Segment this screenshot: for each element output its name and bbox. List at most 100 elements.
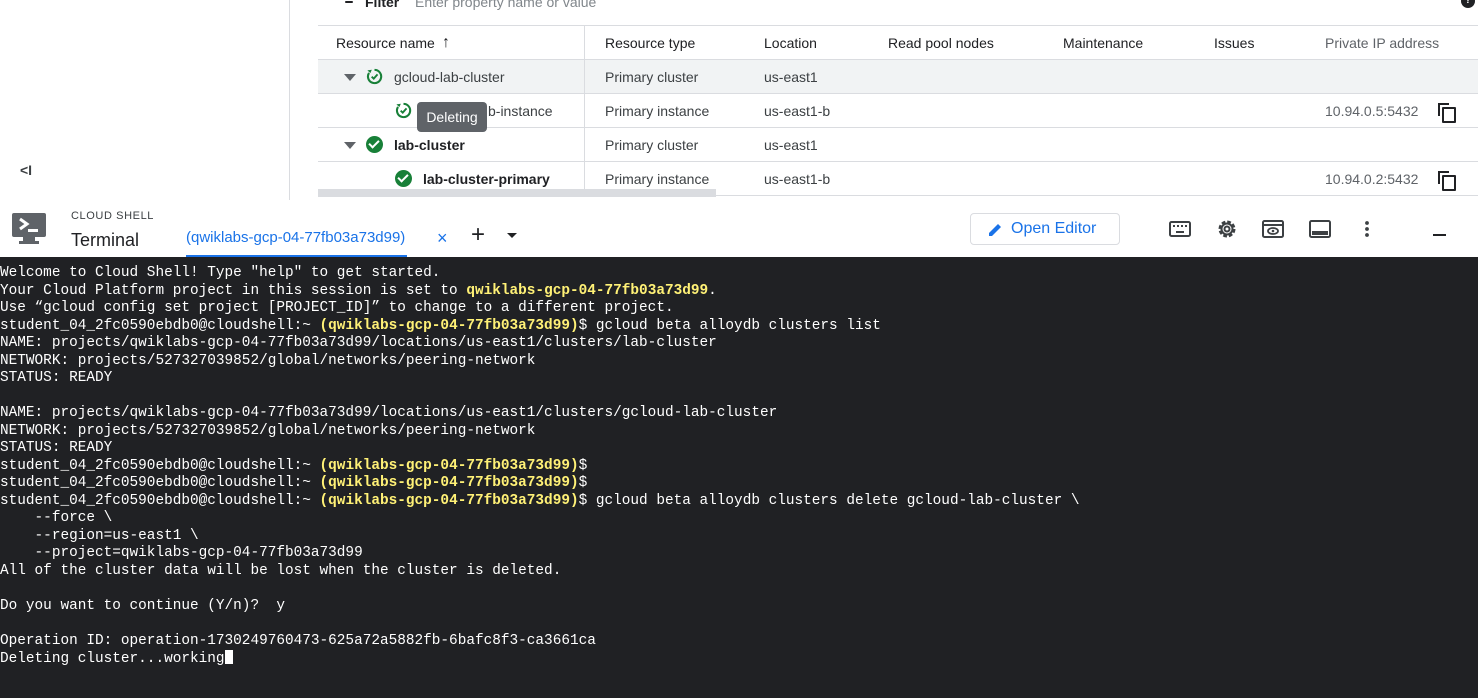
filter-bar: Filter Enter property name or value ? <box>318 0 1478 26</box>
layout-icon[interactable] <box>1308 217 1332 241</box>
resource-type-cell: Primary cluster <box>605 137 699 153</box>
more-vert-icon[interactable] <box>1355 217 1379 241</box>
terminal-text: --force \ <box>0 510 113 526</box>
terminal-text: NAME: projects/qwiklabs-gcp-04-77fb03a73… <box>0 335 717 351</box>
terminal-text: Deleting cluster...working <box>0 651 225 667</box>
terminal-project-id: (qwiklabs-gcp-04-77fb03a73d99) <box>319 317 579 334</box>
column-header-read-pool-nodes[interactable]: Read pool nodes <box>888 26 994 60</box>
terminal-line: Welcome to Cloud Shell! Type "help" to g… <box>0 265 1478 283</box>
terminal-line: --region=us-east1 \ <box>0 528 1478 546</box>
column-header-issues[interactable]: Issues <box>1214 26 1254 60</box>
terminal-text: $ gcloud beta alloydb clusters list <box>578 317 881 334</box>
terminal-text: Operation ID: operation-1730249760473-62… <box>0 632 596 649</box>
terminal-text: $ <box>578 457 588 474</box>
arrow-upward-icon[interactable]: ↑ <box>442 34 450 52</box>
terminal-line: Your Cloud Platform project in this sess… <box>0 283 1478 301</box>
terminal-line: STATUS: READY <box>0 370 1478 388</box>
terminal-line: --project=qwiklabs-gcp-04-77fb03a73d99 <box>0 545 1478 563</box>
ready-status-icon <box>366 136 383 153</box>
expand-caret-icon[interactable] <box>344 74 356 81</box>
close-icon[interactable]: × <box>437 227 448 249</box>
location-cell: us-east1-b <box>764 103 831 119</box>
resource-table: Resource name ↑ Resource type Location R… <box>318 26 1478 196</box>
terminal-line: student_04_2fc0590ebdb0@cloudshell:~ (qw… <box>0 318 1478 336</box>
column-header-private-ip[interactable]: Private IP address <box>1325 26 1439 60</box>
terminal-line: Deleting cluster...working <box>0 650 1478 668</box>
terminal-cursor <box>224 650 233 664</box>
resource-name-link[interactable]: b-instance <box>488 94 553 128</box>
terminal-project-id: qwiklabs-gcp-04-77fb03a73d99 <box>466 282 709 299</box>
resource-name-link[interactable]: gcloud-lab-cluster <box>394 60 505 94</box>
cloud-shell-header: CLOUD SHELL Terminal (qwiklabs-gcp-04-77… <box>0 200 1478 257</box>
web-preview-icon[interactable] <box>1261 217 1285 241</box>
terminal-title: Terminal <box>71 230 140 250</box>
private-ip-cell: 10.94.0.2:5432 <box>1325 171 1419 187</box>
terminal-line: Operation ID: operation-1730249760473-62… <box>0 633 1478 651</box>
terminal-line: STATUS: READY <box>0 440 1478 458</box>
table-row[interactable]: lab-cluster Primary cluster us-east1 <box>318 128 1478 162</box>
open-editor-button[interactable]: Open Editor <box>970 213 1120 245</box>
terminal-line: Do you want to continue (Y/n)? y <box>0 598 1478 616</box>
filter-input[interactable]: Enter property name or value <box>415 0 596 10</box>
location-cell: us-east1 <box>764 137 818 153</box>
terminal-line: NETWORK: projects/527327039852/global/ne… <box>0 353 1478 371</box>
ready-status-icon <box>395 170 412 187</box>
terminal-text: Your Cloud Platform project in this sess… <box>0 282 467 299</box>
terminal-line: --force \ <box>0 510 1478 528</box>
filter-icon <box>342 0 356 10</box>
filter-label: Filter <box>365 0 400 10</box>
tab-label[interactable]: (qwiklabs-gcp-04-77fb03a73d99) <box>186 229 405 246</box>
terminal-text: Do you want to continue (Y/n)? y <box>0 597 285 614</box>
terminal-text: student_04_2fc0590ebdb0@cloudshell:~ <box>0 457 320 474</box>
table-header-row: Resource name ↑ Resource type Location R… <box>318 26 1478 60</box>
terminal-text: --region=us-east1 \ <box>0 527 199 544</box>
terminal-text: student_04_2fc0590ebdb0@cloudshell:~ <box>0 492 320 509</box>
horizontal-scrollbar[interactable] <box>318 189 716 197</box>
alloydb-console: <I Filter Enter property name or value ?… <box>0 0 1478 208</box>
terminal-text: . <box>708 282 717 299</box>
in-progress-icon <box>366 68 383 85</box>
column-header-resource-name[interactable]: Resource name ↑ <box>318 26 585 60</box>
collapse-left-icon[interactable]: <I <box>20 162 32 178</box>
table-row[interactable]: gcloud-lab-cluster Primary cluster us-ea… <box>318 60 1478 94</box>
terminal-line: NAME: projects/qwiklabs-gcp-04-77fb03a73… <box>0 405 1478 423</box>
copy-icon[interactable] <box>1438 171 1456 191</box>
column-header-maintenance[interactable]: Maintenance <box>1063 26 1143 60</box>
in-progress-icon <box>395 102 412 119</box>
keyboard-icon[interactable] <box>1168 217 1192 241</box>
terminal-text: NAME: projects/qwiklabs-gcp-04-77fb03a73… <box>0 405 778 421</box>
terminal-text: STATUS: READY <box>0 370 113 386</box>
help-icon[interactable]: ? <box>1461 0 1475 8</box>
location-cell: us-east1-b <box>764 171 831 187</box>
resource-name-link[interactable]: lab-cluster <box>394 128 465 162</box>
private-ip-cell: 10.94.0.5:5432 <box>1325 103 1419 119</box>
add-tab-icon[interactable]: + <box>471 223 485 247</box>
chevron-down-icon[interactable] <box>507 233 517 238</box>
expand-caret-icon[interactable] <box>344 142 356 149</box>
resource-name-cell: lab-cluster <box>318 128 585 162</box>
copy-icon[interactable] <box>1438 103 1456 123</box>
resource-name-cell: gcloud-lab-cluster <box>318 60 585 94</box>
terminal-tab[interactable]: (qwiklabs-gcp-04-77fb03a73d99) × <box>186 226 448 257</box>
resource-type-cell: Primary cluster <box>605 69 699 85</box>
column-header-label: Resource name <box>336 35 435 51</box>
minimize-icon[interactable] <box>1433 234 1446 236</box>
terminal-output[interactable]: Welcome to Cloud Shell! Type "help" to g… <box>0 257 1478 698</box>
terminal-project-id: (qwiklabs-gcp-04-77fb03a73d99) <box>319 475 579 491</box>
terminal-text: student_04_2fc0590ebdb0@cloudshell:~ <box>0 475 320 491</box>
settings-icon[interactable] <box>1215 217 1239 241</box>
cloud-shell-label: CLOUD SHELL <box>71 210 155 222</box>
column-header-location[interactable]: Location <box>764 26 817 60</box>
table-row[interactable]: b-instance Primary instance us-east1-b 1… <box>318 94 1478 128</box>
terminal-text: $ gcloud beta alloydb clusters delete gc… <box>578 492 1080 509</box>
terminal-line: NAME: projects/qwiklabs-gcp-04-77fb03a73… <box>0 335 1478 353</box>
column-header-resource-type[interactable]: Resource type <box>605 26 695 60</box>
terminal-line: student_04_2fc0590ebdb0@cloudshell:~ (qw… <box>0 493 1478 511</box>
terminal-text: $ <box>578 475 588 491</box>
left-navigation: <I <box>0 0 290 200</box>
open-editor-label: Open Editor <box>1011 220 1097 237</box>
deleting-tooltip: Deleting <box>417 102 487 132</box>
